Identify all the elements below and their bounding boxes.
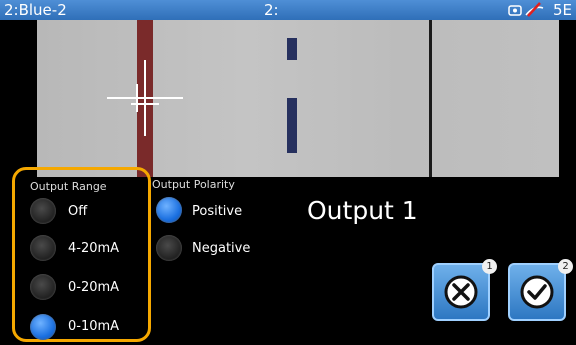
polarity-positive-radio[interactable] [156,197,182,223]
cancel-button[interactable]: 1 [432,259,497,321]
camera-view[interactable] [37,20,559,177]
lane-divider [429,20,432,177]
polarity-negative-radio[interactable] [156,235,182,261]
cancel-badge: 1 [482,259,497,274]
range-0-10ma-radio[interactable] [30,314,56,340]
status-code: 5E [552,1,572,19]
range-4-20ma-label[interactable]: 4-20mA [68,241,119,256]
range-0-20ma-radio[interactable] [30,274,56,300]
checkmark-icon [520,275,554,309]
range-0-20ma-label[interactable]: 0-20mA [68,280,119,295]
signal-off-icon [525,2,544,17]
polarity-negative-label[interactable]: Negative [192,241,250,256]
range-off-label[interactable]: Off [68,204,87,219]
channel-indicator: 2: [264,1,279,19]
output-title: Output 1 [307,196,418,225]
status-icons [508,2,544,17]
polarity-positive-label[interactable]: Positive [192,204,242,219]
range-0-10ma-label[interactable]: 0-10mA [68,319,119,334]
confirm-button[interactable]: 2 [508,259,573,321]
range-4-20ma-radio[interactable] [30,235,56,261]
output-polarity-title: Output Polarity [152,178,235,191]
output-range-title: Output Range [30,180,107,193]
dash-mark-bottom [287,98,297,153]
camera-icon [508,5,522,16]
dash-mark-top [287,38,297,60]
crosshair-icon [107,60,183,136]
range-off-radio[interactable] [30,198,56,224]
status-bar: 2:Blue-2 2: 5E [0,0,576,20]
cancel-x-icon [444,275,478,309]
confirm-badge: 2 [558,259,573,274]
device-name: 2:Blue-2 [4,1,67,19]
